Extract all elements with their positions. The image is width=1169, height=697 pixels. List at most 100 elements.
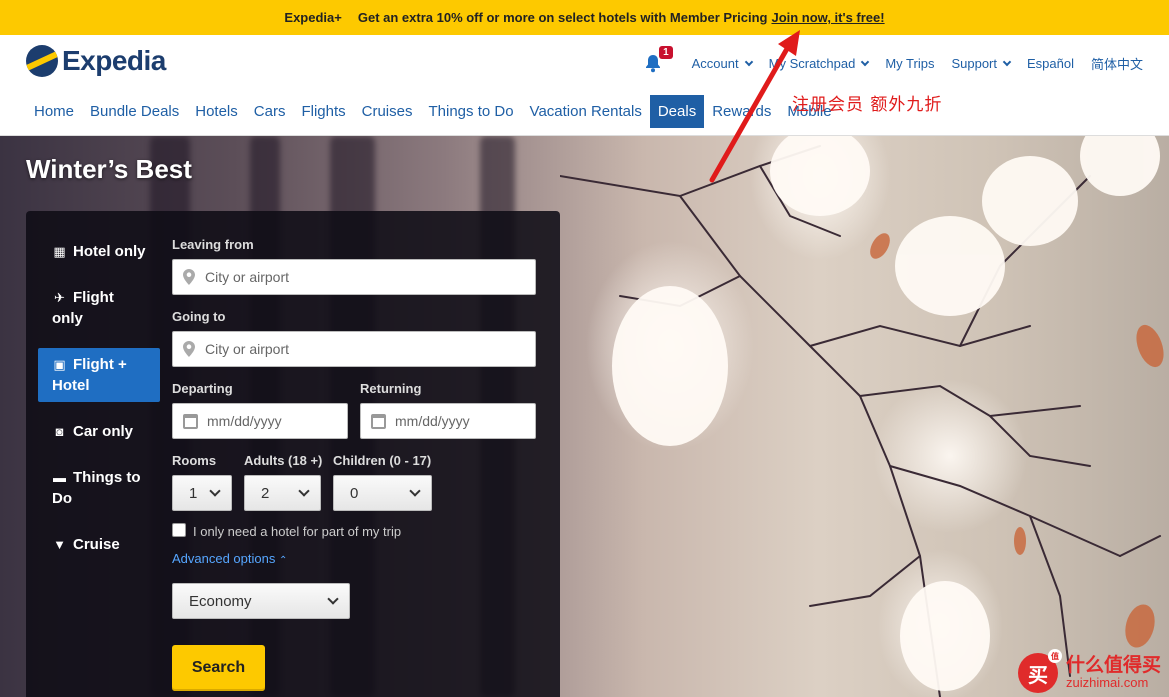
ship-icon: ▼ — [53, 537, 66, 552]
language-espanol[interactable]: Español — [1027, 56, 1074, 71]
chevron-down-icon — [209, 485, 221, 497]
nav-hotels[interactable]: Hotels — [187, 95, 246, 128]
calendar-icon — [371, 413, 386, 429]
ticket-icon: ▬ — [53, 470, 66, 485]
adults-value: 2 — [261, 484, 270, 502]
main-nav: Home Bundle Deals Hotels Cars Flights Cr… — [26, 95, 840, 128]
building-icon: ▦ — [53, 244, 66, 259]
tab-hotel-only[interactable]: ▦ Hotel only — [38, 235, 160, 268]
tab-things-to-do[interactable]: ▬ Things to Do — [38, 461, 160, 515]
chevron-down-icon — [1002, 57, 1012, 66]
chevron-down-icon — [327, 593, 339, 605]
tab-label: Hotel only — [73, 243, 146, 260]
suitcase-icon: ▣ — [53, 357, 66, 372]
nav-bundle-deals[interactable]: Bundle Deals — [82, 95, 187, 128]
children-value: 0 — [350, 484, 359, 502]
chinese-label: 简体中文 — [1090, 56, 1143, 72]
utility-links: 1 Account My Scratchpad My Trips Support… — [643, 46, 1143, 73]
search-button[interactable]: Search — [172, 645, 265, 691]
going-to-input[interactable] — [205, 341, 535, 357]
zuizhimai-watermark: 买 值 什么值得买 zuizhimai.com — [1017, 649, 1161, 693]
chevron-down-icon — [861, 57, 870, 66]
leaving-from-label: Leaving from — [172, 237, 254, 252]
tab-label: Cruise — [73, 536, 120, 553]
going-to-label: Going to — [172, 309, 226, 324]
departing-label: Departing — [172, 381, 233, 396]
map-pin-icon — [183, 269, 195, 285]
watermark-badge: 值 — [1047, 649, 1062, 663]
nav-cars[interactable]: Cars — [246, 95, 294, 128]
search-type-tabs: ▦ Hotel only ✈ Flight only ▣ Flight + Hotel… — [38, 235, 160, 574]
search-panel: ▦ Hotel only ✈ Flight only ▣ Flight + Hotel… — [26, 211, 560, 697]
partial-hotel-label: I only need a hotel for part of my trip — [193, 524, 402, 539]
advanced-options-label: Advanced options — [172, 551, 276, 566]
nav-deals[interactable]: Deals — [649, 95, 705, 128]
nav-rewards[interactable]: Rewards — [704, 95, 779, 128]
account-menu[interactable]: Account — [691, 55, 753, 71]
going-to-field — [172, 331, 536, 367]
watermark-name: 什么值得买 — [1065, 654, 1161, 677]
car-icon: ◙ — [55, 424, 64, 439]
hero-banner: Winter’s Best ▦ Hotel only ✈ Flight only ▣… — [0, 136, 1169, 697]
nav-flights[interactable]: Flights — [293, 95, 353, 128]
espanol-label: Español — [1027, 55, 1074, 71]
globe-plane-icon — [26, 45, 58, 77]
cabin-class-select[interactable]: Economy — [172, 583, 350, 619]
watermark-text: 什么值得买 zuizhimai.com — [1066, 655, 1161, 690]
notifications-button[interactable]: 1 — [643, 46, 673, 73]
children-select[interactable]: 0 — [333, 475, 432, 511]
returning-input[interactable] — [395, 413, 535, 429]
site-header: Expedia 1 Account My Scratchpad My Trips… — [0, 35, 1169, 136]
leaving-from-field — [172, 259, 536, 295]
tab-flight-only[interactable]: ✈ Flight only — [38, 281, 160, 335]
calendar-icon — [183, 413, 198, 429]
nav-cruises[interactable]: Cruises — [354, 95, 421, 128]
departing-input[interactable] — [207, 413, 347, 429]
adults-label: Adults (18 +) — [244, 453, 323, 468]
notification-badge: 1 — [659, 46, 673, 59]
hero-title: Winter’s Best — [26, 154, 192, 184]
promo-message: Get an extra 10% off or more on select h… — [357, 10, 768, 25]
nav-vacation-rentals[interactable]: Vacation Rentals — [522, 95, 650, 128]
returning-field — [360, 403, 536, 439]
zuizhimai-logo: 买 值 — [1017, 649, 1062, 693]
returning-label: Returning — [360, 381, 422, 396]
plane-icon: ✈ — [54, 290, 65, 305]
map-pin-icon — [183, 341, 195, 357]
rooms-select[interactable]: 1 — [172, 475, 232, 511]
watermark-url: zuizhimai.com — [1065, 675, 1149, 691]
chevron-down-icon — [298, 485, 310, 497]
language-chinese[interactable]: 简体中文 — [1091, 54, 1143, 73]
leaving-from-input[interactable] — [205, 269, 535, 285]
chevron-up-double-icon: ⌃ — [278, 555, 288, 566]
chevron-down-icon — [409, 485, 421, 497]
my-trips-link[interactable]: My Trips — [885, 56, 934, 71]
support-label: Support — [951, 55, 997, 71]
rooms-value: 1 — [189, 484, 198, 502]
nav-home[interactable]: Home — [26, 95, 82, 128]
my-trips-label: My Trips — [885, 55, 935, 71]
join-now-link[interactable]: Join now, it's free! — [771, 10, 884, 25]
departing-field — [172, 403, 348, 439]
rooms-label: Rooms — [172, 453, 217, 468]
tab-flight-hotel[interactable]: ▣ Flight + Hotel — [38, 348, 160, 402]
scratchpad-label: My Scratchpad — [768, 55, 856, 71]
partial-hotel-checkbox[interactable] — [172, 523, 186, 537]
expedia-plus-brand: Expedia+ — [284, 10, 342, 25]
adults-select[interactable]: 2 — [244, 475, 321, 511]
advanced-options-link[interactable]: Advanced options ⌃ — [172, 551, 287, 566]
scratchpad-menu[interactable]: My Scratchpad — [768, 55, 870, 71]
tab-cruise[interactable]: ▼ Cruise — [38, 528, 160, 561]
children-label: Children (0 - 17) — [333, 453, 432, 468]
chevron-down-icon — [744, 57, 753, 66]
annotation-text: 注册会员 额外九折 — [792, 95, 943, 115]
logo-wordmark: Expedia — [62, 45, 166, 76]
tab-label: Car only — [73, 423, 134, 440]
promo-banner: Expedia+ Get an extra 10% off or more on… — [0, 0, 1169, 35]
support-menu[interactable]: Support — [951, 55, 1012, 71]
expedia-logo[interactable]: Expedia — [26, 45, 166, 77]
tab-car-only[interactable]: ◙ Car only — [38, 415, 160, 448]
nav-things-to-do[interactable]: Things to Do — [421, 95, 522, 128]
cabin-class-value: Economy — [189, 592, 252, 610]
account-label: Account — [691, 55, 739, 71]
